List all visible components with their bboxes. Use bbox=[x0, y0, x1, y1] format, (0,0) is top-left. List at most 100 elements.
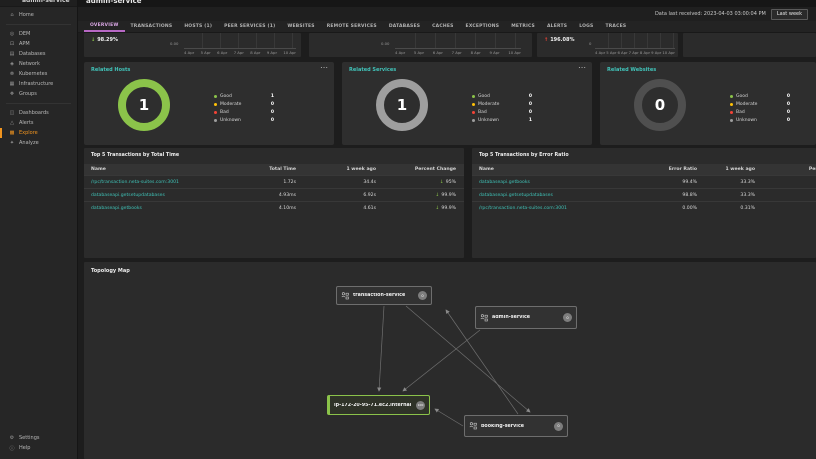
sidebar-item-home[interactable]: ⌂ Home bbox=[0, 10, 77, 20]
axis-date-label: 4 Apr bbox=[595, 50, 606, 55]
sidebar-item-groups[interactable]: ❖ Groups bbox=[0, 89, 77, 99]
axis-date-label: 10 Apr bbox=[662, 50, 675, 55]
legend-row: Good 1 bbox=[214, 92, 274, 100]
sidebar-item-explore[interactable]: ▩ Explore bbox=[0, 128, 77, 138]
sidebar-item-label: Home bbox=[19, 12, 34, 18]
tab-databases[interactable]: DATABASES bbox=[383, 21, 426, 32]
tab-caches[interactable]: CACHES bbox=[426, 21, 459, 32]
x-axis-labels: 4 Apr 5 Apr 6 Apr 7 Apr 8 Apr 9 Apr 10 Apr bbox=[595, 50, 675, 55]
arrow-up-icon: ↑ bbox=[544, 37, 549, 43]
x-axis-labels: 4 Apr 5 Apr 6 Apr 7 Apr 8 Apr 9 Apr 10 Apr bbox=[184, 50, 296, 55]
legend-row: Bad 0 bbox=[214, 108, 274, 116]
alerts-icon: △ bbox=[10, 120, 14, 126]
service-icon bbox=[480, 313, 488, 321]
sidebar-item-label: DEM bbox=[19, 31, 31, 37]
more-menu-icon[interactable]: ⋯ bbox=[320, 63, 328, 72]
hosts-donut-chart: 1 bbox=[118, 79, 170, 131]
sidebar-divider bbox=[6, 103, 71, 104]
sidebar-item-label: Explore bbox=[19, 130, 38, 136]
infrastructure-icon: ▦ bbox=[9, 81, 15, 87]
tab-logs[interactable]: LOGS bbox=[573, 21, 599, 32]
sidebar-item-dem[interactable]: ◎ DEM bbox=[0, 29, 77, 39]
sidebar: admin-service ⌂ Home ◎ DEM ⊡ APM ▤ Datab… bbox=[0, 0, 78, 459]
axis-date-label: 6 Apr bbox=[217, 50, 228, 55]
sidebar-item-label: Settings bbox=[19, 435, 40, 441]
axis-date-label: 4 Apr bbox=[395, 50, 406, 55]
dem-icon: ◎ bbox=[9, 31, 15, 37]
sidebar-item-network[interactable]: ◈ Network bbox=[0, 59, 77, 69]
transaction-link[interactable]: /rpc/transaction.neta-suites.com:3001 bbox=[479, 206, 567, 211]
bad-dot-icon bbox=[730, 110, 733, 114]
tab-traces[interactable]: TRACES bbox=[599, 21, 632, 32]
sidebar-item-help[interactable]: ⓘ Help bbox=[0, 443, 77, 453]
top-strip: admin-service bbox=[78, 0, 816, 7]
topology-node-admin-service[interactable]: admin-service 0 bbox=[475, 306, 577, 329]
good-dot-icon bbox=[472, 94, 475, 98]
apm-icon: ⊡ bbox=[9, 41, 15, 47]
sidebar-item-infrastructure[interactable]: ▦ Infrastructure bbox=[0, 79, 77, 89]
card-title: Related Services bbox=[349, 67, 397, 73]
table-header-row: Name Error Ratio 1 week ago Percent Chan… bbox=[472, 164, 816, 175]
tab-transactions[interactable]: TRANSACTIONS bbox=[125, 21, 179, 32]
sidebar-divider bbox=[6, 24, 71, 25]
related-websites-card: Related Websites 0 Good 0 Moderate 0 Bad 0 … bbox=[600, 62, 816, 145]
sidebar-item-apm[interactable]: ⊡ APM bbox=[0, 39, 77, 49]
node-label: ip-172-20-95-71.ec2.internal bbox=[334, 402, 412, 408]
sidebar-item-dashboards[interactable]: ◫ Dashboards bbox=[0, 108, 77, 118]
axis-date-label: 5 Apr bbox=[413, 50, 425, 55]
arrow-down-icon: ↓ bbox=[439, 179, 444, 185]
sidebar-item-alerts[interactable]: △ Alerts bbox=[0, 118, 77, 128]
legend-row: Unknown 0 bbox=[730, 116, 790, 124]
bad-dot-icon bbox=[214, 110, 217, 114]
time-range-dropdown[interactable]: Last week bbox=[770, 8, 808, 20]
legend-row: Good 0 bbox=[730, 92, 790, 100]
card-title: Related Hosts bbox=[91, 67, 131, 73]
sidebar-item-label: Help bbox=[19, 445, 31, 451]
transaction-link[interactable]: databaseapi.getbooks bbox=[479, 180, 530, 185]
sidebar-item-analyze[interactable]: ✦ Analyze bbox=[0, 138, 77, 148]
tab-peer-services[interactable]: PEER SERVICES (1) bbox=[218, 21, 281, 32]
topology-edges bbox=[377, 305, 531, 427]
transaction-link[interactable]: databaseapi.getsetupdatabases bbox=[91, 193, 165, 198]
legend: Good 0 Moderate 0 Bad 0 Unknown 0 bbox=[730, 92, 790, 124]
tab-overview[interactable]: OVERVIEW bbox=[84, 21, 125, 32]
websites-donut-chart: 0 bbox=[634, 79, 686, 131]
unknown-dot-icon bbox=[214, 118, 217, 122]
legend-row: Moderate 0 bbox=[214, 100, 274, 108]
sidebar-item-databases[interactable]: ▤ Databases bbox=[0, 49, 77, 59]
table: Name Total Time 1 week ago Percent Chang… bbox=[84, 164, 464, 214]
transaction-link[interactable]: databaseapi.getsetupdatabases bbox=[479, 193, 553, 198]
topology-node-booking-service[interactable]: booking-service 0 bbox=[464, 415, 568, 437]
axis-zero-label: 0.00 bbox=[381, 41, 390, 46]
sidebar-item-label: Analyze bbox=[19, 140, 39, 146]
donut-center-value: 1 bbox=[396, 96, 408, 114]
tab-exceptions[interactable]: EXCEPTIONS bbox=[460, 21, 506, 32]
tab-alerts[interactable]: ALERTS bbox=[541, 21, 573, 32]
tab-metrics[interactable]: METRICS bbox=[505, 21, 541, 32]
data-last-received: Data last received: 2023-04-03 03:00:04 … bbox=[654, 11, 766, 17]
topology-node-transaction-service[interactable]: transaction-service 0 bbox=[336, 286, 432, 305]
transaction-link[interactable]: databaseapi.getbooks bbox=[91, 206, 142, 211]
legend-row: Bad 0 bbox=[730, 108, 790, 116]
info-bar: Data last received: 2023-04-03 03:00:04 … bbox=[78, 7, 816, 21]
moderate-dot-icon bbox=[730, 102, 733, 106]
sidebar-item-kubernetes[interactable]: ☸ Kubernetes bbox=[0, 69, 77, 79]
arrow-down-icon: ↓ bbox=[91, 37, 96, 43]
axis-zero-label: 0 bbox=[589, 41, 592, 46]
axis-zero-label: 0.00 bbox=[170, 41, 179, 46]
table-title: Top 5 Transactions by Total Time bbox=[91, 153, 180, 158]
legend-row: Unknown 0 bbox=[214, 116, 274, 124]
axis-date-label: 5 Apr bbox=[606, 50, 617, 55]
tab-hosts[interactable]: HOSTS (1) bbox=[178, 21, 218, 32]
metric-change: ↑ 196.08% bbox=[544, 37, 575, 43]
node-label: booking-service bbox=[481, 423, 525, 429]
axis-date-label: 8 Apr bbox=[470, 50, 481, 55]
axis-date-label: 5 Apr bbox=[200, 50, 211, 55]
table: Name Error Ratio 1 week ago Percent Chan… bbox=[472, 164, 816, 214]
topology-node-host-ip[interactable]: ip-172-20-95-71.ec2.internal 100 bbox=[327, 395, 430, 415]
sidebar-item-settings[interactable]: ⚙ Settings bbox=[0, 433, 77, 443]
tab-remote-services[interactable]: REMOTE SERVICES bbox=[321, 21, 383, 32]
more-menu-icon[interactable]: ⋯ bbox=[578, 63, 586, 72]
tab-websites[interactable]: WEBSITES bbox=[281, 21, 320, 32]
transaction-link[interactable]: /rpc/transaction.neta-suites.com:3001 bbox=[91, 180, 179, 185]
